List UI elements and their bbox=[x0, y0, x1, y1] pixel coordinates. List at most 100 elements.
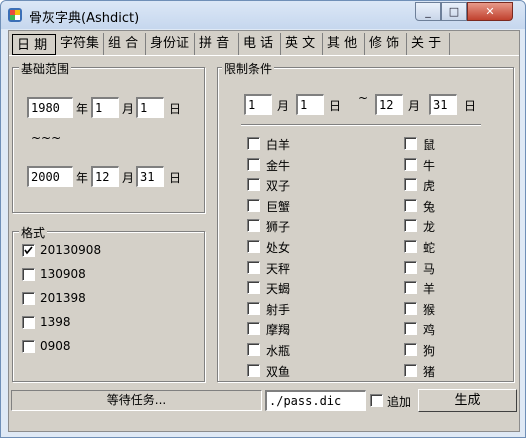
close-button[interactable]: ✕ bbox=[467, 2, 513, 21]
animal-label: 牛 bbox=[423, 158, 436, 173]
zodiac-checkbox[interactable] bbox=[247, 198, 260, 212]
animal-label: 猪 bbox=[423, 364, 436, 379]
maximize-icon: □ bbox=[448, 5, 460, 18]
tab-pinyin[interactable]: 拼 音 bbox=[195, 33, 239, 55]
animal-checkbox[interactable] bbox=[404, 343, 417, 356]
minimize-icon: _ bbox=[425, 5, 431, 18]
limit-to-day-field[interactable]: 31 bbox=[429, 94, 457, 115]
zodiac-checkbox[interactable] bbox=[247, 178, 260, 192]
app-icon bbox=[8, 8, 22, 22]
end-day-field[interactable]: 31 bbox=[136, 166, 164, 187]
format-checkbox-2[interactable] bbox=[22, 268, 35, 281]
format-checkbox-1[interactable] bbox=[22, 244, 35, 257]
tab-id-card[interactable]: 身份证 bbox=[146, 33, 195, 55]
tab-phone[interactable]: 电 话 bbox=[239, 33, 281, 55]
zodiac-label: 双鱼 bbox=[266, 364, 291, 379]
zodiac-label: 白羊 bbox=[266, 138, 291, 152]
tab-english[interactable]: 英 文 bbox=[281, 33, 323, 55]
limit-from-day-field[interactable]: 1 bbox=[296, 94, 324, 115]
format-checkbox-5[interactable] bbox=[22, 340, 35, 353]
limit-to-month-field[interactable]: 12 bbox=[375, 94, 403, 115]
zodiac-checkbox[interactable] bbox=[247, 322, 260, 336]
append-label: 追加 bbox=[387, 395, 412, 409]
range-separator: ~~~ bbox=[31, 131, 62, 145]
zodiac-label: 射手 bbox=[266, 302, 291, 317]
start-day-unit: 日 bbox=[169, 102, 182, 116]
animal-label: 狗 bbox=[423, 344, 436, 358]
animal-checkbox[interactable] bbox=[404, 322, 417, 336]
start-month-field[interactable]: 1 bbox=[91, 97, 119, 118]
zodiac-label: 处女 bbox=[266, 241, 291, 255]
base-range-label: 基础范围 bbox=[19, 60, 72, 77]
app-window: 骨灰字典(Ashdict) _ □ ✕ 日 期 字符集 组 合 身份证 拼 音 … bbox=[0, 0, 526, 438]
zodiac-checkbox[interactable] bbox=[247, 260, 260, 274]
start-year-field[interactable]: 1980 bbox=[27, 97, 73, 118]
generate-button[interactable]: 生成 bbox=[418, 389, 517, 412]
zodiac-checkbox[interactable] bbox=[247, 343, 260, 356]
close-icon: ✕ bbox=[485, 5, 495, 18]
zodiac-label: 天蝎 bbox=[266, 282, 291, 297]
limit-from-month-field[interactable]: 1 bbox=[244, 94, 272, 115]
animal-label: 鸡 bbox=[423, 323, 436, 338]
format-checkbox-4[interactable] bbox=[22, 316, 35, 329]
zodiac-label: 金牛 bbox=[266, 158, 291, 173]
tab-charset[interactable]: 字符集 bbox=[56, 33, 104, 55]
animal-label: 龙 bbox=[423, 220, 436, 235]
format-option-label: 1398 bbox=[40, 315, 71, 329]
tab-underline bbox=[9, 55, 519, 56]
tab-date[interactable]: 日 期 bbox=[12, 34, 56, 55]
format-option-label: 130908 bbox=[40, 267, 86, 281]
animal-checkbox[interactable] bbox=[404, 363, 417, 377]
animal-checkbox[interactable] bbox=[404, 137, 417, 150]
animal-checkbox[interactable] bbox=[404, 157, 417, 171]
title-bar[interactable]: 骨灰字典(Ashdict) _ □ ✕ bbox=[1, 1, 525, 29]
maximize-button[interactable]: □ bbox=[441, 2, 467, 21]
animal-checkbox[interactable] bbox=[404, 260, 417, 274]
animal-checkbox[interactable] bbox=[404, 281, 417, 295]
output-path-field[interactable]: ./pass.dic bbox=[265, 390, 366, 411]
tab-combine[interactable]: 组 合 bbox=[104, 33, 146, 55]
tab-about[interactable]: 关 于 bbox=[407, 33, 450, 55]
limit-divider bbox=[241, 124, 481, 126]
format-label: 格式 bbox=[19, 224, 48, 241]
animal-checkbox[interactable] bbox=[404, 301, 417, 315]
window-title: 骨灰字典(Ashdict) bbox=[29, 11, 140, 26]
animal-label: 兔 bbox=[423, 199, 436, 214]
animal-label: 鼠 bbox=[423, 138, 436, 152]
format-checkbox-3[interactable] bbox=[22, 292, 35, 305]
end-month-unit: 月 bbox=[122, 171, 135, 185]
zodiac-checkbox[interactable] bbox=[247, 240, 260, 253]
animal-checkbox[interactable] bbox=[404, 198, 417, 212]
tab-other[interactable]: 其 他 bbox=[323, 33, 365, 55]
minimize-button[interactable]: _ bbox=[415, 2, 441, 21]
client-area: 日 期 字符集 组 合 身份证 拼 音 电 话 英 文 其 他 修 饰 关 于 … bbox=[8, 30, 520, 432]
checkmark-icon bbox=[24, 246, 33, 255]
format-option-label: 0908 bbox=[40, 339, 71, 353]
zodiac-checkbox[interactable] bbox=[247, 363, 260, 377]
start-day-field[interactable]: 1 bbox=[136, 97, 164, 118]
animal-checkbox[interactable] bbox=[404, 178, 417, 192]
zodiac-label: 水瓶 bbox=[266, 344, 291, 358]
animal-label: 猴 bbox=[423, 302, 436, 317]
limit-tilde: ~ bbox=[358, 91, 369, 105]
zodiac-checkbox[interactable] bbox=[247, 281, 260, 295]
zodiac-checkbox[interactable] bbox=[247, 301, 260, 315]
animal-label: 羊 bbox=[423, 282, 436, 297]
append-checkbox[interactable] bbox=[370, 394, 383, 407]
zodiac-checkbox[interactable] bbox=[247, 137, 260, 150]
tab-modify[interactable]: 修 饰 bbox=[365, 33, 407, 55]
status-text: 等待任务... bbox=[11, 390, 262, 411]
zodiac-checkbox[interactable] bbox=[247, 157, 260, 171]
zodiac-label: 狮子 bbox=[266, 220, 291, 235]
animal-label: 虎 bbox=[423, 179, 436, 194]
zodiac-checkbox[interactable] bbox=[247, 219, 260, 233]
zodiac-label: 巨蟹 bbox=[266, 199, 291, 214]
animal-label: 蛇 bbox=[423, 241, 436, 255]
end-day-unit: 日 bbox=[169, 171, 182, 185]
animal-checkbox[interactable] bbox=[404, 219, 417, 233]
end-month-field[interactable]: 12 bbox=[91, 166, 119, 187]
footer-bar: 等待任务... ./pass.dic 追加 生成 bbox=[9, 389, 519, 412]
end-year-field[interactable]: 2000 bbox=[27, 166, 73, 187]
animal-checkbox[interactable] bbox=[404, 240, 417, 253]
start-month-unit: 月 bbox=[122, 102, 135, 116]
